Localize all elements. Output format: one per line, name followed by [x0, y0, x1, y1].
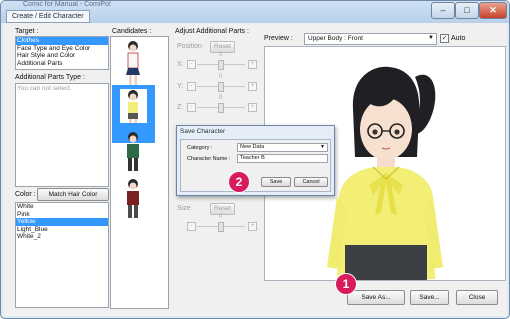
- target-item[interactable]: Clothes: [16, 37, 108, 45]
- position-label: Position: [177, 43, 202, 50]
- color-item[interactable]: Yellow: [16, 218, 108, 226]
- y-label: Y:: [177, 83, 184, 90]
- category-select[interactable]: New Data ▼: [237, 143, 328, 152]
- target-item[interactable]: Face Type and Eye Color: [16, 45, 108, 53]
- z-slider-thumb[interactable]: [218, 103, 224, 113]
- close-window-button[interactable]: ✕: [479, 2, 507, 19]
- candidates-label: Candidates :: [112, 28, 152, 35]
- size-label: Size: [177, 205, 191, 212]
- candidate-thumbnail: [127, 179, 139, 218]
- character-name-input[interactable]: Teacher B: [237, 154, 328, 163]
- color-item[interactable]: White_2: [16, 233, 108, 241]
- color-item[interactable]: Pink: [16, 211, 108, 219]
- size-reset-button[interactable]: Reset: [210, 203, 235, 215]
- size-plus-button[interactable]: +: [248, 222, 257, 231]
- color-list[interactable]: White Pink Yellow Light_Blue White_2: [15, 202, 109, 308]
- z-label: Z:: [177, 104, 184, 111]
- additional-parts-list[interactable]: You can not select.: [15, 83, 109, 187]
- dialog-save-button[interactable]: Save: [261, 177, 291, 187]
- color-item[interactable]: Light_Blue: [16, 226, 108, 234]
- y-slider-row: Y: 0 - +: [175, 74, 259, 92]
- category-label: Category :: [187, 145, 213, 151]
- candidate-thumbnail: [120, 89, 147, 123]
- additional-parts-type-label: Additional Parts Type :: [15, 74, 85, 81]
- auto-checkbox[interactable]: ✓: [440, 34, 449, 43]
- preview-label: Preview :: [264, 35, 293, 42]
- minimize-button[interactable]: –: [431, 2, 455, 19]
- check-icon: ✓: [441, 35, 448, 42]
- x-slider-row: X: 0 - +: [175, 52, 259, 70]
- window-title: Comic for Manual - ComiPo!: [23, 1, 111, 8]
- close-button[interactable]: Close: [456, 290, 498, 305]
- target-list[interactable]: Clothes Face Type and Eye Color Hair Sty…: [15, 36, 109, 70]
- z-plus-button[interactable]: +: [248, 103, 257, 112]
- color-label: Color :: [15, 191, 36, 198]
- position-reset-button[interactable]: Reset: [210, 41, 235, 53]
- dialog-body: Category : New Data ▼ Character Name : T…: [180, 139, 331, 192]
- candidate-thumbnail: [127, 132, 139, 171]
- z-minus-button[interactable]: -: [187, 103, 196, 112]
- z-slider-row: Z: 0 - +: [175, 95, 259, 113]
- auto-label: Auto: [451, 35, 466, 42]
- size-slider-row: 0 - +: [175, 214, 259, 232]
- color-item[interactable]: White: [16, 203, 108, 211]
- save-character-dialog: Save Character Category : New Data ▼ Cha…: [176, 125, 335, 196]
- chevron-down-icon: ▼: [428, 35, 434, 41]
- title-bar: Comic for Manual - ComiPo! Create / Edit…: [1, 1, 509, 23]
- y-slider-thumb[interactable]: [218, 82, 224, 92]
- x-zero-label: 0: [219, 52, 223, 58]
- match-hair-color-button[interactable]: Match Hair Color: [37, 188, 109, 201]
- dialog-tab-title: Create / Edit Character: [6, 10, 90, 23]
- category-value: New Data: [240, 144, 265, 150]
- y-plus-button[interactable]: +: [248, 82, 257, 91]
- x-plus-button[interactable]: +: [248, 60, 257, 69]
- x-minus-button[interactable]: -: [187, 60, 196, 69]
- save-button[interactable]: Save...: [410, 290, 449, 305]
- candidate-item[interactable]: [112, 176, 155, 234]
- chevron-down-icon: ▼: [320, 144, 325, 150]
- dialog-title: Save Character: [180, 128, 226, 135]
- step-badge-2: 2: [228, 171, 250, 193]
- character-name-label: Character Name :: [187, 156, 231, 162]
- preview-view-select[interactable]: Upper Body : Front ▼: [304, 33, 437, 45]
- target-item[interactable]: Additional Parts: [16, 60, 108, 68]
- additional-parts-message: You can not select.: [17, 85, 72, 92]
- dialog-cancel-button[interactable]: Cancel: [294, 177, 328, 187]
- y-minus-button[interactable]: -: [187, 82, 196, 91]
- x-slider-thumb[interactable]: [218, 60, 224, 70]
- step-badge-1: 1: [335, 273, 357, 295]
- adjust-additional-parts-label: Adjust Additional Parts :: [175, 28, 249, 35]
- size-minus-button[interactable]: -: [187, 222, 196, 231]
- target-item[interactable]: Hair Style and Color: [16, 52, 108, 60]
- maximize-button[interactable]: □: [455, 2, 479, 19]
- size-zero-label: 0: [219, 214, 223, 220]
- preview-view-value: Upper Body : Front: [308, 35, 363, 42]
- x-label: X:: [177, 61, 184, 68]
- save-as-button[interactable]: Save As...: [347, 290, 405, 305]
- target-label: Target :: [15, 28, 39, 35]
- z-zero-label: 0: [219, 95, 223, 101]
- create-edit-character-window: Comic for Manual - ComiPo! Create / Edit…: [0, 0, 510, 319]
- y-zero-label: 0: [219, 74, 223, 80]
- size-slider-thumb[interactable]: [218, 222, 224, 232]
